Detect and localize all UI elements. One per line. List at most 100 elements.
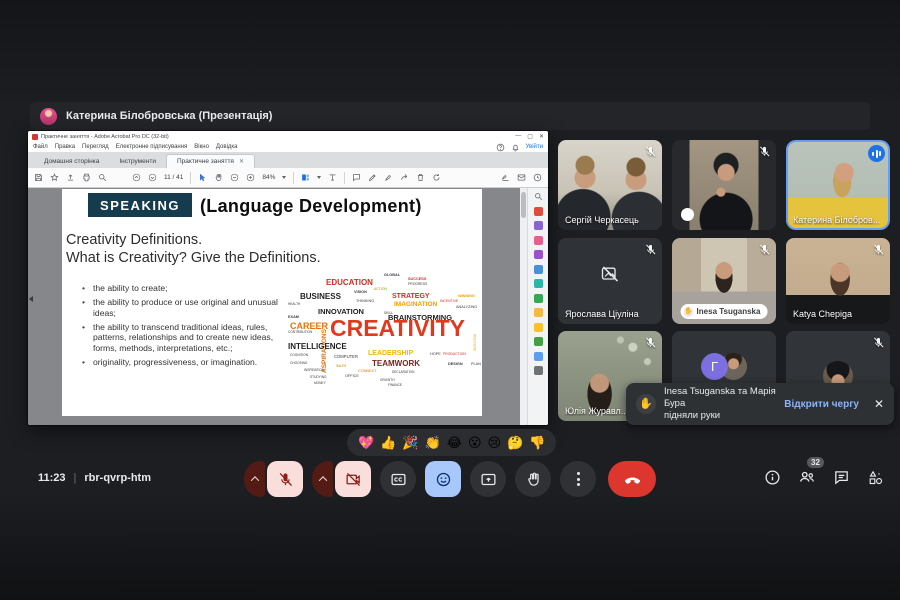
chat-panel-button[interactable] — [833, 469, 850, 486]
reaction-emoji-button[interactable]: 😢 — [488, 436, 502, 449]
open-queue-button[interactable]: Відкрити чергу — [784, 399, 859, 410]
tab-home[interactable]: Домашня сторінка — [34, 155, 109, 168]
close-icon[interactable]: ✕ — [874, 397, 884, 411]
menu-edit[interactable]: Правка — [55, 144, 75, 150]
menu-window[interactable]: Вікно — [194, 144, 209, 150]
tab-close-icon[interactable]: ✕ — [239, 158, 244, 165]
menu-view[interactable]: Перегляд — [82, 144, 109, 150]
reaction-emoji-button[interactable]: 😂 — [447, 436, 462, 449]
edit-pencil-icon[interactable] — [368, 173, 377, 182]
minimize-button[interactable]: — — [515, 133, 521, 140]
more-options-button[interactable] — [560, 461, 596, 497]
mic-options-caret[interactable] — [244, 461, 265, 497]
measure-tool-icon[interactable] — [534, 337, 543, 346]
reaction-emoji-button[interactable]: 👏 — [425, 436, 441, 449]
compress-tool-icon[interactable] — [534, 279, 543, 288]
reaction-emoji-button[interactable]: 😮 — [468, 436, 482, 449]
print-icon[interactable] — [82, 173, 91, 182]
rotate-icon[interactable] — [432, 173, 441, 182]
meeting-details-button[interactable] — [764, 469, 781, 486]
camera-options-caret[interactable] — [312, 461, 333, 497]
stamp-tool-icon[interactable] — [534, 308, 543, 317]
hand-pan-icon[interactable] — [214, 173, 223, 182]
previous-page-icon[interactable] — [132, 173, 141, 182]
zoom-level[interactable]: 84% — [262, 174, 275, 181]
star-icon[interactable] — [50, 173, 59, 182]
envelope-icon[interactable] — [517, 173, 526, 182]
menu-file[interactable]: Файл — [33, 144, 48, 150]
help-circle-icon[interactable] — [496, 143, 505, 152]
participant-tile[interactable]: Сергій Черкасець — [558, 140, 662, 230]
camera-off-button[interactable] — [335, 461, 371, 497]
wordcloud-word: BUSINESS — [300, 293, 341, 301]
protect-tool-icon[interactable] — [534, 294, 543, 303]
end-call-button[interactable] — [608, 461, 656, 497]
creativity-wordcloud-image: EDUCATIONGLOBALSUCCESSPROGRESSHEALTHBUSI… — [288, 269, 480, 409]
present-screen-button[interactable] — [470, 461, 506, 497]
save-icon[interactable] — [34, 173, 43, 182]
raise-hand-button[interactable] — [515, 461, 551, 497]
reaction-emoji-button[interactable]: 🎉 — [402, 436, 418, 449]
wordcloud-word: IMAGINATION — [394, 302, 437, 309]
captions-button[interactable] — [380, 461, 416, 497]
reaction-emoji-button[interactable]: 🤔 — [507, 436, 523, 449]
close-button[interactable]: ✕ — [539, 133, 544, 140]
mic-off-icon — [758, 145, 771, 158]
fill-sign-tool-icon[interactable] — [534, 221, 543, 230]
zoom-out-icon[interactable] — [230, 173, 239, 182]
slide-title: (Language Development) — [200, 196, 422, 217]
signature-icon[interactable] — [501, 173, 510, 182]
mic-button-group — [244, 461, 303, 497]
reaction-emoji-button[interactable]: 👍 — [380, 436, 396, 449]
scrollbar-thumb[interactable] — [521, 192, 526, 218]
fill-sign-icon[interactable] — [384, 173, 393, 182]
mic-muted-button[interactable] — [267, 461, 303, 497]
participant-tile[interactable] — [672, 140, 776, 230]
comment-note-tool-icon[interactable] — [534, 323, 543, 332]
participant-tile[interactable]: Ярослава Ціуліна — [558, 238, 662, 324]
comment-icon[interactable] — [352, 173, 361, 182]
activities-button[interactable] — [867, 469, 884, 486]
maximize-button[interactable]: ▢ — [527, 133, 533, 140]
certificates-tool-icon[interactable] — [534, 352, 543, 361]
menu-esign[interactable]: Електронне підписування — [116, 144, 188, 150]
participant-name: Katya Chepiga — [793, 309, 852, 319]
pdf-scrollbar[interactable] — [520, 188, 527, 425]
page-view-caret-icon[interactable] — [317, 176, 321, 179]
export-pdf-tool-icon[interactable] — [534, 250, 543, 259]
find-tool-icon[interactable] — [534, 192, 543, 201]
comment-tool-icon[interactable] — [534, 207, 543, 216]
panel-collapse-icon[interactable] — [29, 296, 33, 302]
send-share-icon[interactable] — [400, 173, 409, 182]
delete-trash-icon[interactable] — [416, 173, 425, 182]
reaction-emoji-button[interactable]: 👎 — [529, 436, 545, 449]
tab-tools[interactable]: Інструменти — [109, 155, 166, 168]
reaction-emoji-button[interactable]: 💖 — [358, 436, 374, 449]
tab-document[interactable]: Практичне заняття ✕ — [166, 154, 255, 168]
zoom-in-icon[interactable] — [246, 173, 255, 182]
select-cursor-icon[interactable] — [198, 173, 207, 182]
reactions-button-active[interactable] — [425, 461, 461, 497]
pdf-document-area[interactable]: SPEAKING (Language Development) Creativi… — [28, 188, 548, 425]
menu-help[interactable]: Довідка — [216, 144, 238, 150]
organize-pages-tool-icon[interactable] — [534, 265, 543, 274]
sign-in-button[interactable]: Увійти — [526, 144, 543, 150]
participant-name: Inesa Tsuganska — [697, 307, 761, 316]
edit-pdf-tool-icon[interactable] — [534, 236, 543, 245]
history-clock-icon[interactable] — [533, 173, 542, 182]
search-icon[interactable] — [98, 173, 107, 182]
reading-mode-icon[interactable] — [328, 173, 337, 182]
participants-panel-button[interactable]: 32 — [798, 468, 816, 486]
signature-tool-icon[interactable] — [534, 366, 543, 375]
zoom-caret-icon[interactable] — [282, 176, 286, 179]
share-upload-icon[interactable] — [66, 173, 75, 182]
meeting-panels: 32 — [764, 468, 884, 486]
acrobat-shared-window[interactable]: Практичне заняття - Adobe Acrobat Pro DC… — [28, 131, 548, 425]
participant-tile-active-speaker[interactable]: Катерина Білобров... — [786, 140, 890, 230]
bell-icon[interactable] — [511, 143, 520, 152]
participant-tile[interactable]: Katya Chepiga — [786, 238, 890, 324]
page-indicator[interactable]: 11 / 41 — [164, 174, 183, 181]
next-page-icon[interactable] — [148, 173, 157, 182]
participant-tile[interactable]: ✋ Inesa Tsuganska — [672, 238, 776, 324]
page-view-icon[interactable] — [301, 173, 310, 182]
